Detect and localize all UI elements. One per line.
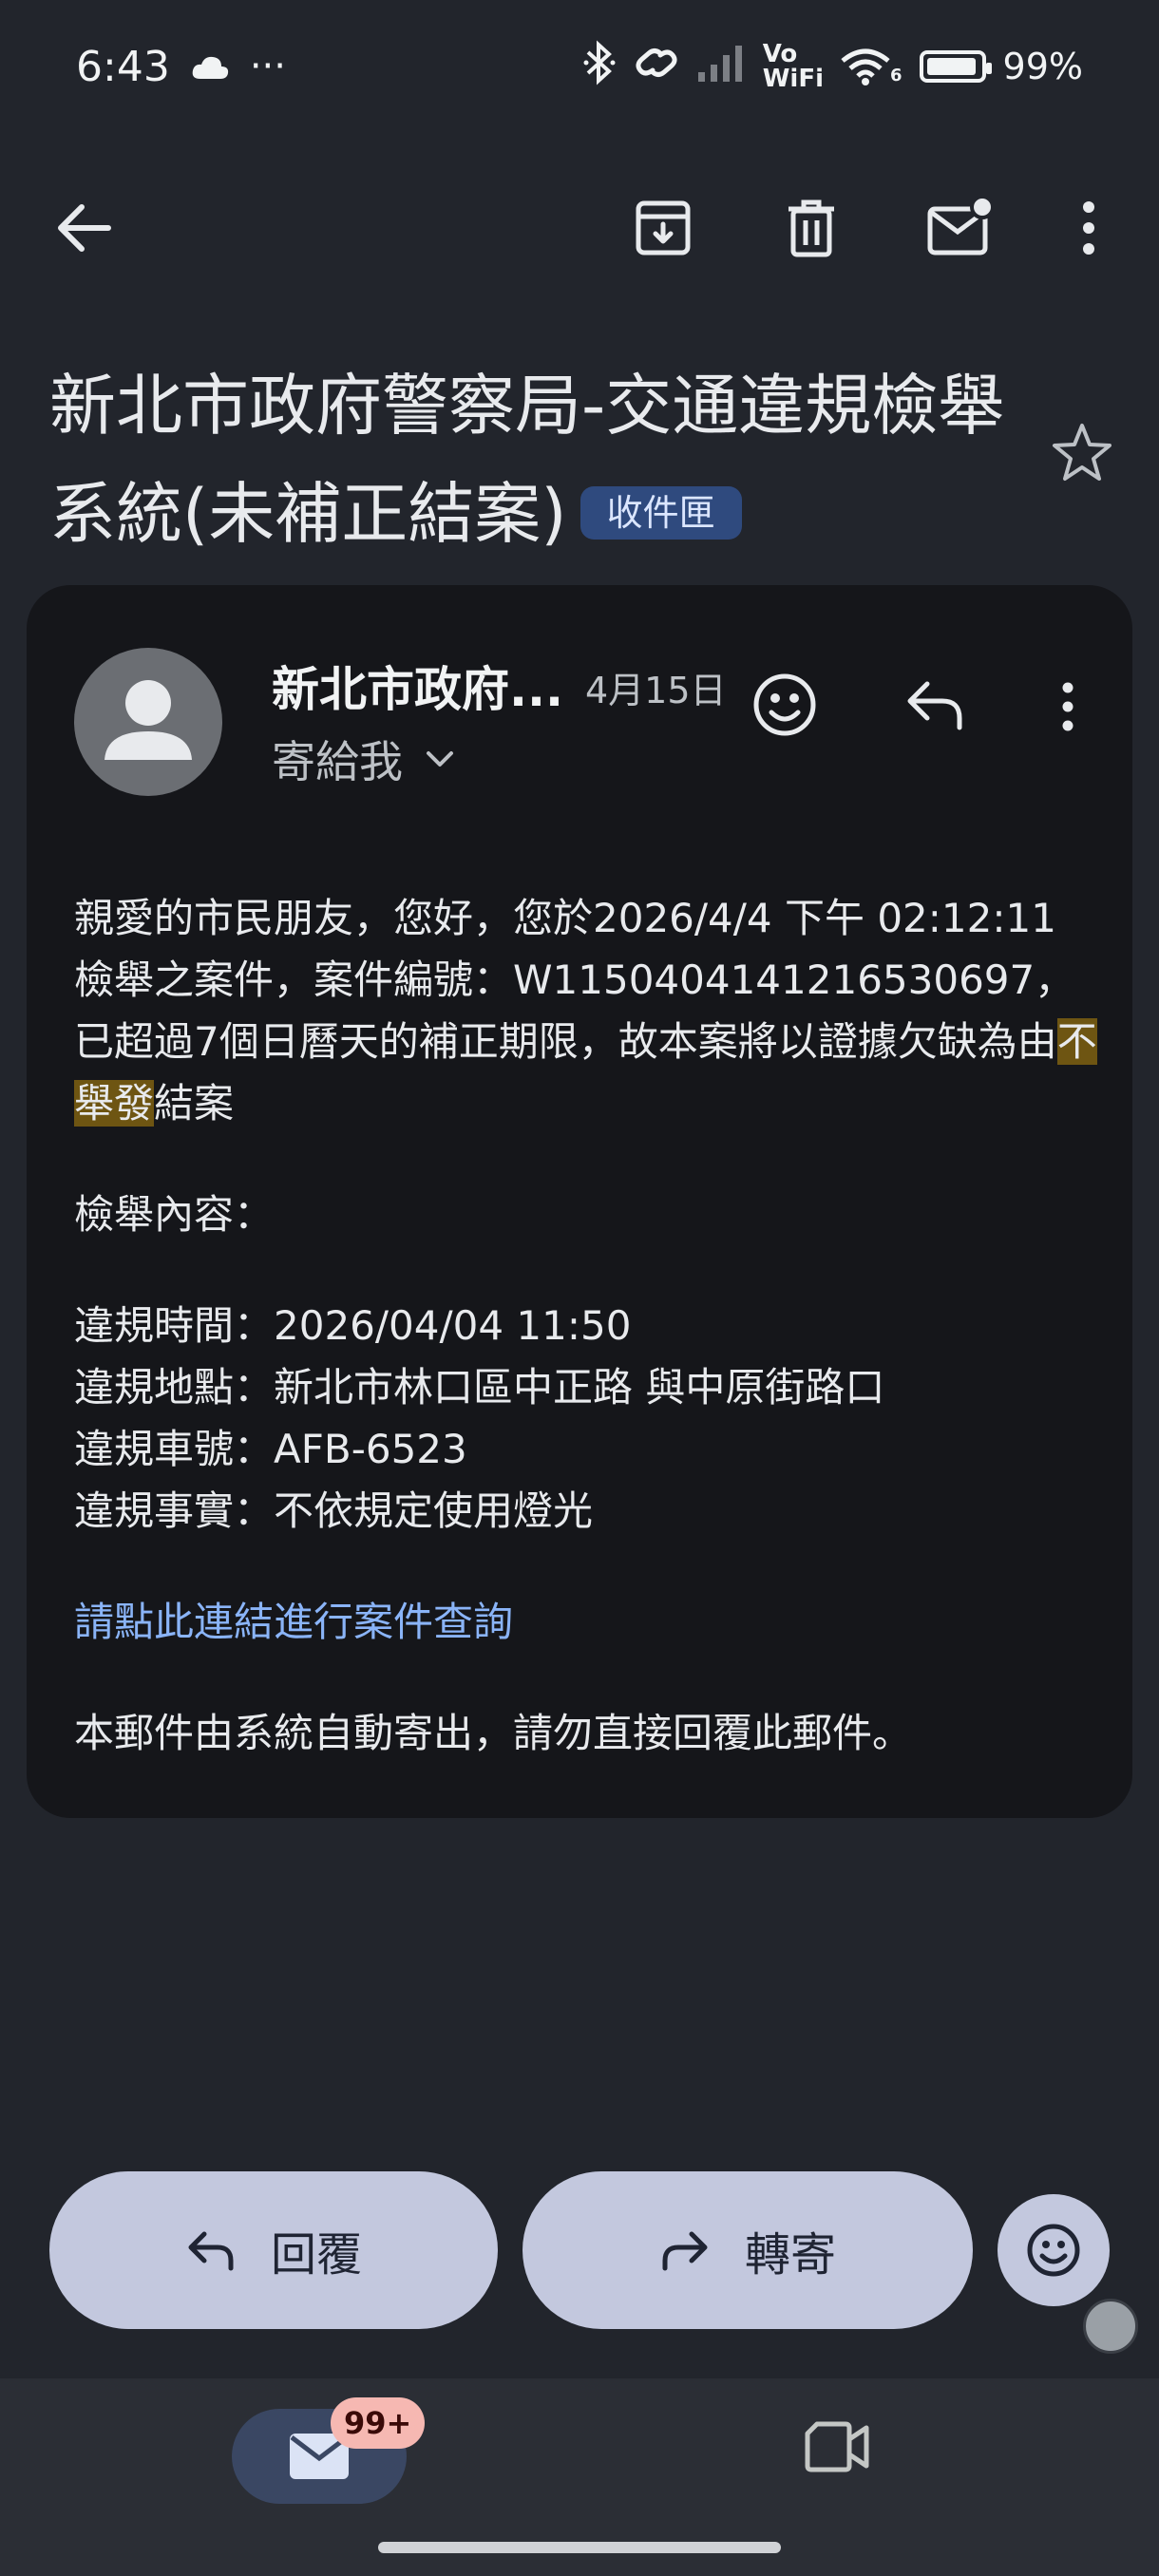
forward-icon	[662, 2231, 708, 2271]
cloud-icon	[191, 43, 229, 91]
detail-line-time: 違規時間：2026/04/04 11:50	[74, 1302, 632, 1349]
wifi-gen: 6	[890, 66, 902, 85]
reply-label: 回覆	[270, 2228, 362, 2282]
star-icon	[1053, 424, 1112, 481]
message-more-button[interactable]	[1058, 680, 1077, 733]
email-subject: 新北市政府警察局-交通違規檢舉系統(未補正結案) 收件匣	[49, 351, 1028, 568]
vowifi-indicator: Vo WiFi	[763, 42, 824, 91]
recipient-toggle[interactable]: 寄給我	[272, 728, 454, 790]
message-card: 新北市政府... 4月15日 寄給我 親愛的市民朋友，您好，您於2026/4/4…	[27, 585, 1132, 1818]
mark-unread-button[interactable]	[927, 196, 994, 258]
nav-meet-tab[interactable]	[804, 2420, 870, 2477]
status-time: 6:43	[76, 42, 170, 91]
bottom-nav: 99+	[0, 2378, 1159, 2576]
status-left: 6:43 ···	[76, 43, 286, 91]
body-intro: 親愛的市民朋友，您好，您於2026/4/4 下午 02:12:11 檢舉之案件，…	[74, 895, 1075, 1065]
floating-assistant-dot[interactable]	[1083, 2299, 1138, 2354]
status-bar: 6:43 ··· Vo WiFi 6 99%	[0, 0, 1159, 133]
detail-line-fact: 違規事實：不依規定使用燈光	[74, 1487, 594, 1534]
star-button[interactable]	[1051, 422, 1113, 486]
archive-icon	[636, 200, 691, 256]
video-camera-icon	[805, 2421, 869, 2472]
reply-icon	[188, 2231, 234, 2271]
email-date: 4月15日	[585, 670, 727, 711]
link-icon	[634, 44, 679, 90]
person-icon	[104, 680, 192, 760]
trash-icon	[788, 199, 834, 257]
emoji-icon	[1027, 2224, 1080, 2277]
bluetooth-icon	[582, 39, 617, 95]
recipient-text: 寄給我	[272, 736, 403, 787]
forward-button[interactable]: 轉寄	[522, 2171, 973, 2329]
mark-unread-icon	[927, 196, 994, 256]
detail-line-location: 違規地點：新北市林口區中正路 與中原街路口	[74, 1364, 885, 1411]
footer-note: 本郵件由系統自動寄出，請勿直接回覆此郵件。	[74, 1710, 913, 1756]
sender-name[interactable]: 新北市政府...	[272, 652, 563, 720]
battery-icon	[919, 50, 992, 83]
more-vert-icon	[1083, 201, 1094, 255]
home-indicator[interactable]	[378, 2542, 781, 2553]
delete-button[interactable]	[785, 198, 838, 258]
back-button[interactable]	[53, 199, 114, 256]
subject-text: 新北市政府警察局-交通違規檢舉系統(未補正結案)	[49, 367, 1005, 553]
unread-badge: 99+	[331, 2397, 426, 2449]
signal-icon	[696, 44, 746, 90]
body-paragraph: 親愛的市民朋友，您好，您於2026/4/4 下午 02:12:11 檢舉之案件，…	[74, 887, 1100, 1134]
emoji-reaction-button[interactable]	[998, 2194, 1110, 2306]
vowifi-vo: Vo	[762, 40, 798, 68]
battery-percent: 99%	[1002, 46, 1083, 87]
body-intro-end: 結案	[154, 1080, 235, 1127]
react-emoji-button[interactable]	[752, 672, 817, 737]
reply-button[interactable]: 回覆	[49, 2171, 498, 2329]
detail-line-plate: 違規車號：AFB-6523	[74, 1426, 467, 1472]
forward-label: 轉寄	[744, 2228, 836, 2282]
content-heading: 檢舉內容：	[74, 1191, 275, 1238]
chevron-down-icon	[427, 751, 453, 767]
email-body: 親愛的市民朋友，您好，您於2026/4/4 下午 02:12:11 檢舉之案件，…	[74, 887, 1100, 1764]
status-more: ···	[249, 45, 286, 88]
emoji-icon	[753, 673, 816, 736]
more-vert-icon	[1062, 682, 1074, 731]
case-query-link[interactable]: 請點此連結進行案件查詢	[74, 1591, 1100, 1653]
app-bar	[0, 171, 1159, 285]
avatar[interactable]	[74, 648, 222, 796]
archive-button[interactable]	[633, 198, 694, 258]
reply-icon-button[interactable]	[904, 678, 965, 731]
label-chip-inbox[interactable]: 收件匣	[580, 485, 742, 540]
status-right: Vo WiFi 6 99%	[582, 39, 1083, 95]
wifi-icon: 6	[841, 47, 902, 85]
reply-icon	[907, 681, 962, 730]
vowifi-wifi: WiFi	[762, 65, 824, 93]
more-options-button[interactable]	[1079, 199, 1098, 256]
back-arrow-icon	[58, 204, 111, 252]
